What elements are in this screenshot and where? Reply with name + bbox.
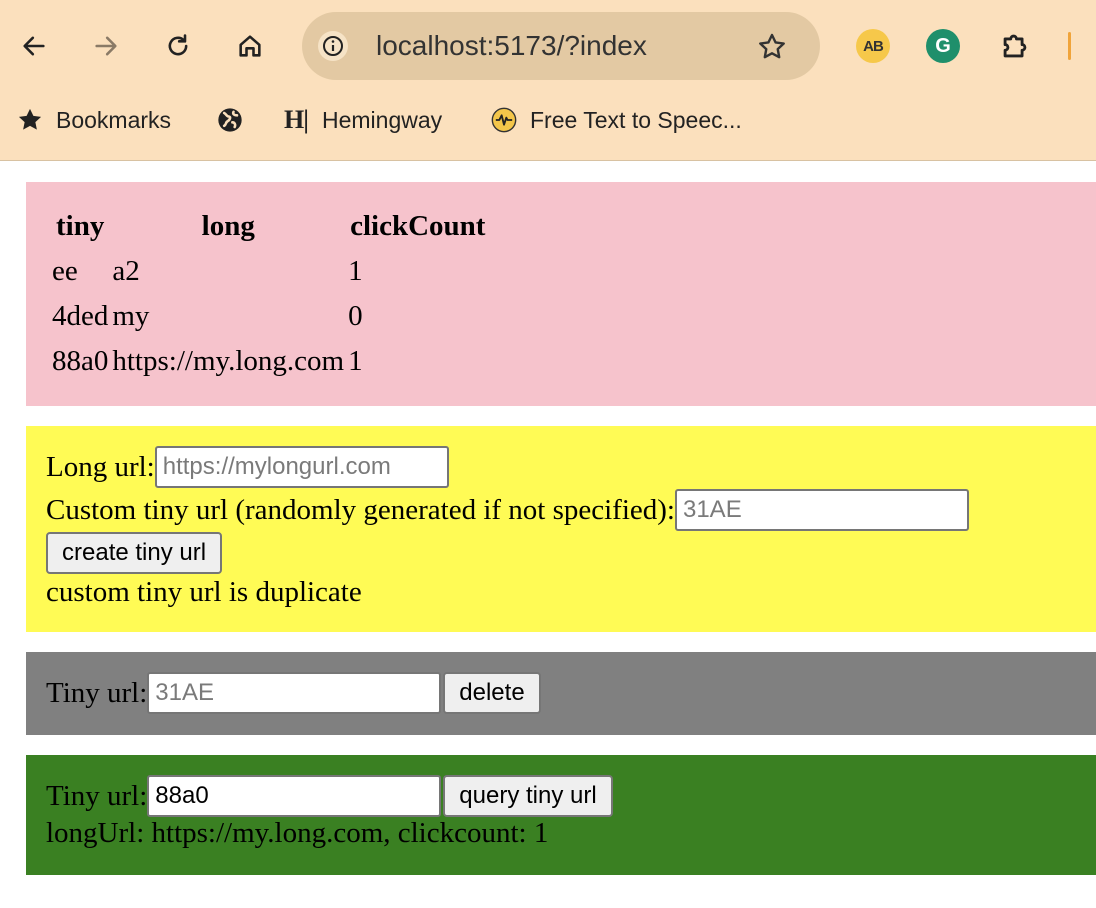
reload-icon xyxy=(168,34,188,56)
custom-url-input[interactable] xyxy=(674,489,969,531)
bookmark-label: Free Text to Speec... xyxy=(530,106,742,133)
long-url-label: Long url: xyxy=(46,450,155,483)
toolbar-divider xyxy=(1068,32,1071,60)
bookmark-label: Hemingway xyxy=(322,106,443,133)
table-header-row: tiny long clickCount xyxy=(52,204,487,249)
bookmark-label: Bookmarks xyxy=(56,106,172,133)
globe-icon xyxy=(216,106,244,134)
query-tiny-url-input[interactable] xyxy=(147,775,442,817)
browser-chrome: localhost:5173/?index AB G Bookmarks H| … xyxy=(0,0,1096,161)
create-form-panel: Long url: Custom tiny url (randomly gene… xyxy=(26,426,1096,632)
column-header-clickcount: clickCount xyxy=(350,210,486,242)
delete-tiny-url-input[interactable] xyxy=(147,672,442,714)
cell-clickcount: 1 xyxy=(348,255,363,287)
custom-url-row: Custom tiny url (randomly generated if n… xyxy=(46,489,969,531)
cell-long: my xyxy=(112,300,150,332)
create-message: custom tiny url is duplicate xyxy=(46,576,362,608)
ab-extension-icon[interactable]: AB xyxy=(856,29,890,63)
table-row: 4ded my 0 xyxy=(52,294,487,339)
long-url-row: Long url: xyxy=(46,446,449,488)
forward-button[interactable] xyxy=(84,24,128,68)
back-button[interactable] xyxy=(12,24,56,68)
cell-clickcount: 1 xyxy=(348,345,363,377)
arrow-right-icon xyxy=(95,36,117,56)
url-table-panel: tiny long clickCount ee a2 1 4ded my 0 8… xyxy=(26,182,1096,406)
cell-tiny: 88a0 xyxy=(52,345,109,377)
url-text[interactable]: localhost:5173/?index xyxy=(376,30,647,62)
column-header-tiny: tiny xyxy=(56,210,105,242)
delete-row: Tiny url: delete xyxy=(46,672,541,714)
hemingway-icon: H| xyxy=(284,105,309,134)
bookmarks-folder[interactable]: Bookmarks xyxy=(16,104,171,136)
query-row: Tiny url: query tiny url xyxy=(46,775,613,817)
create-tiny-url-button[interactable]: create tiny url xyxy=(46,532,223,574)
grammarly-extension-icon[interactable]: G xyxy=(926,29,960,63)
site-info-icon[interactable] xyxy=(318,31,348,61)
arrow-left-icon xyxy=(23,36,45,56)
extensions-puzzle-icon[interactable] xyxy=(998,29,1032,63)
delete-form-panel: Tiny url: delete xyxy=(26,652,1096,735)
star-icon xyxy=(16,106,44,134)
cell-tiny: ee xyxy=(52,255,78,287)
query-result: longUrl: https://my.long.com, clickcount… xyxy=(46,817,549,849)
custom-url-label: Custom tiny url (randomly generated if n… xyxy=(46,493,675,526)
query-tiny-url-button[interactable]: query tiny url xyxy=(443,775,613,817)
cell-long: https://my.long.com xyxy=(112,345,345,377)
column-header-long: long xyxy=(201,210,255,242)
table-row: 88a0 https://my.long.com 1 xyxy=(52,339,487,384)
create-button-row: create tiny url xyxy=(46,532,223,574)
bookmark-tts[interactable]: Free Text to Speec... xyxy=(490,104,742,136)
reload-button[interactable] xyxy=(156,24,200,68)
cell-tiny: 4ded xyxy=(52,300,109,332)
address-bar[interactable]: localhost:5173/?index xyxy=(302,12,820,80)
cell-clickcount: 0 xyxy=(348,300,363,332)
delete-tiny-url-label: Tiny url: xyxy=(46,676,148,709)
cell-long: a2 xyxy=(112,255,140,287)
bookmark-globe[interactable] xyxy=(216,104,244,136)
long-url-input[interactable] xyxy=(154,446,449,488)
table-row: ee a2 1 xyxy=(52,249,487,294)
delete-button[interactable]: delete xyxy=(443,672,541,714)
query-tiny-url-label: Tiny url: xyxy=(46,779,148,812)
home-icon xyxy=(239,35,261,57)
home-button[interactable] xyxy=(228,24,272,68)
url-table: tiny long clickCount ee a2 1 4ded my 0 8… xyxy=(48,204,491,384)
bookmark-star-icon[interactable] xyxy=(754,29,790,65)
bookmark-hemingway[interactable]: H| Hemingway xyxy=(282,104,442,136)
query-form-panel: Tiny url: query tiny url longUrl: https:… xyxy=(26,755,1096,875)
speech-icon xyxy=(490,106,518,134)
